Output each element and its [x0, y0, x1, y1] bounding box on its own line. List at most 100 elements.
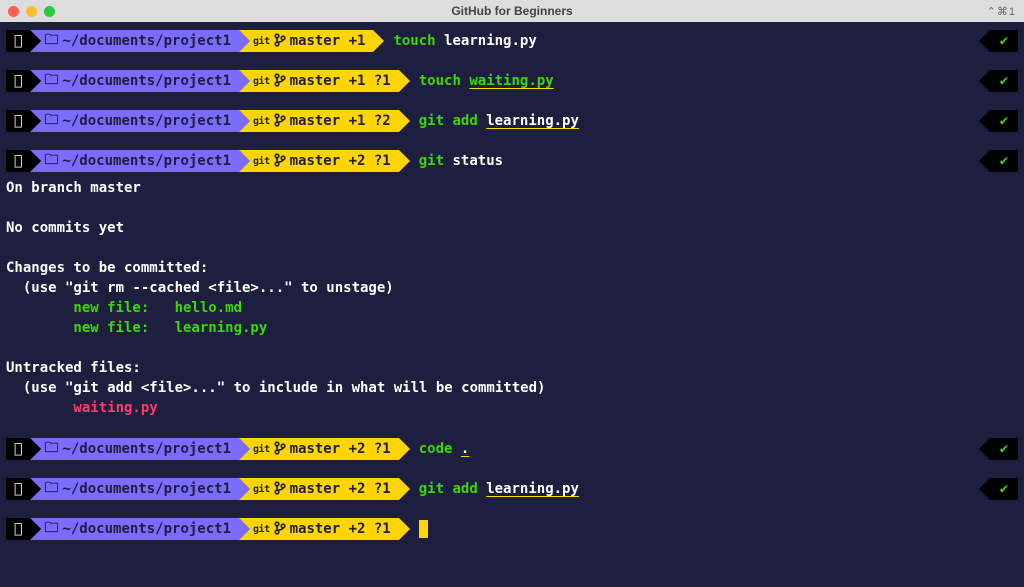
- minimize-button-icon[interactable]: [26, 6, 37, 17]
- success-indicator: ✔: [979, 30, 1018, 52]
- folder-icon: 🗀: [44, 437, 58, 461]
- git-branch-name: master +2 ?1: [290, 441, 391, 457]
- command-text: touch learning.py: [393, 33, 536, 49]
- status-line: (use "git rm --cached <file>..." to unst…: [6, 278, 1018, 298]
- git-label: git: [253, 524, 270, 535]
- prompt-row: 🗀~/documents/project1gitmaster +2 ?1git…: [6, 150, 1018, 172]
- git-label: git: [253, 36, 270, 47]
- git-branch-icon: [274, 441, 290, 457]
- git-branch-name: master +1 ?2: [290, 113, 391, 129]
- folder-icon: 🗀: [44, 149, 58, 173]
- status-line: [6, 238, 1018, 258]
- traffic-lights: [8, 6, 55, 17]
- os-segment: : [6, 70, 30, 92]
- status-line: [6, 198, 1018, 218]
- prompt-row:  🗀~/documents/project1 git master +2 ?1 cod…: [6, 438, 1018, 460]
- folder-icon: 🗀: [44, 477, 58, 501]
- path-segment: 🗀~/documents/project1: [30, 30, 239, 52]
- success-indicator: ✔: [979, 438, 1018, 460]
- git-label: git: [253, 484, 270, 495]
- command-text: git add learning.py: [419, 113, 579, 129]
- git-segment: git master +2 ?1: [239, 438, 399, 460]
- prompt-row:  🗀~/documents/project1 git master +2 ?1: [6, 518, 1018, 540]
- command-text: code .: [419, 441, 470, 457]
- zoom-button-icon[interactable]: [44, 6, 55, 17]
- git-branch-icon: [274, 113, 290, 129]
- git-branch-icon: [274, 73, 290, 89]
- check-icon: ✔: [1000, 481, 1008, 497]
- path-segment: 🗀~/documents/project1: [30, 70, 239, 92]
- status-new-file: new file: learning.py: [6, 318, 1018, 338]
- git-label: git: [253, 76, 270, 87]
- os-segment: : [6, 438, 30, 460]
- command-text: touch waiting.py: [419, 73, 554, 89]
- apple-icon: : [14, 153, 22, 169]
- status-line: No commits yet: [6, 218, 1018, 238]
- success-indicator: ✔: [979, 70, 1018, 92]
- git-branch-name: master +1 ?1: [290, 73, 391, 89]
- check-icon: ✔: [1000, 441, 1008, 457]
- apple-icon: : [14, 441, 22, 457]
- git-branch-icon: [274, 481, 290, 497]
- status-line: [6, 338, 1018, 358]
- os-segment: : [6, 478, 30, 500]
- apple-icon: : [14, 481, 22, 497]
- folder-icon: 🗀: [44, 109, 58, 133]
- command-text: git status: [419, 153, 503, 169]
- success-indicator: ✔: [979, 478, 1018, 500]
- git-segment: git master +2 ?1: [239, 518, 399, 540]
- cursor: [419, 520, 428, 538]
- apple-icon: : [14, 73, 22, 89]
- git-branch-name: master +2 ?1: [290, 521, 391, 537]
- git-label: git: [253, 156, 270, 167]
- path-segment: 🗀~/documents/project1: [30, 150, 239, 172]
- success-indicator: ✔: [979, 110, 1018, 132]
- status-new-file: new file: hello.md: [6, 298, 1018, 318]
- apple-icon: : [14, 33, 22, 49]
- git-segment: git master +2 ?1: [239, 478, 399, 500]
- git-status-output: On branch master No commits yet Changes …: [6, 178, 1018, 418]
- folder-icon: 🗀: [44, 69, 58, 93]
- apple-icon: : [14, 521, 22, 537]
- check-icon: ✔: [1000, 33, 1008, 49]
- terminal-body[interactable]:  🗀~/documents/project1 git master +1 touch …: [0, 22, 1024, 546]
- prompt-row:  🗀~/documents/project1 git master +1 ?1 tou…: [6, 70, 1018, 92]
- check-icon: ✔: [1000, 113, 1008, 129]
- path-segment: 🗀~/documents/project1: [30, 110, 239, 132]
- prompt-row: 🗀~/documents/project1gitmaster +1 ?2git…: [6, 110, 1018, 132]
- status-line: Untracked files:: [6, 358, 1018, 378]
- folder-icon: 🗀: [44, 29, 58, 53]
- prompt-row:  🗀~/documents/project1 git master +1 touch …: [6, 30, 1018, 52]
- status-line: (use "git add <file>..." to include in w…: [6, 378, 1018, 398]
- git-segment: git master +1 ?1: [239, 70, 399, 92]
- status-line: Changes to be committed:: [6, 258, 1018, 278]
- os-segment: : [6, 518, 30, 540]
- check-icon: ✔: [1000, 153, 1008, 169]
- git-branch-name: master +2 ?1: [290, 153, 391, 169]
- git-branch-name: master +2 ?1: [290, 481, 391, 497]
- git-branch-icon: [274, 33, 290, 49]
- prompt-row: 🗀~/documents/project1gitmaster +2 ?1git…: [6, 478, 1018, 500]
- os-segment: : [6, 30, 30, 52]
- git-branch-icon: [274, 521, 290, 537]
- git-label: git: [253, 444, 270, 455]
- check-icon: ✔: [1000, 73, 1008, 89]
- os-segment: : [6, 110, 30, 132]
- path-segment: 🗀~/documents/project1: [30, 438, 239, 460]
- git-branch-name: master +1: [290, 33, 366, 49]
- git-segment: git master +1 ?2: [239, 110, 399, 132]
- menu-glyphs: ⌃⌘1: [987, 5, 1016, 18]
- git-label: git: [253, 116, 270, 127]
- status-untracked-file: waiting.py: [6, 398, 1018, 418]
- git-branch-icon: [274, 153, 290, 169]
- git-segment: git master +1: [239, 30, 373, 52]
- path-segment: 🗀~/documents/project1: [30, 478, 239, 500]
- git-segment: git master +2 ?1: [239, 150, 399, 172]
- command-text: git add learning.py: [419, 481, 579, 497]
- os-segment: : [6, 150, 30, 172]
- close-button-icon[interactable]: [8, 6, 19, 17]
- path-segment: 🗀~/documents/project1: [30, 518, 239, 540]
- apple-icon: : [14, 113, 22, 129]
- window-titlebar: GitHub for Beginners ⌃⌘1: [0, 0, 1024, 22]
- folder-icon: 🗀: [44, 517, 58, 541]
